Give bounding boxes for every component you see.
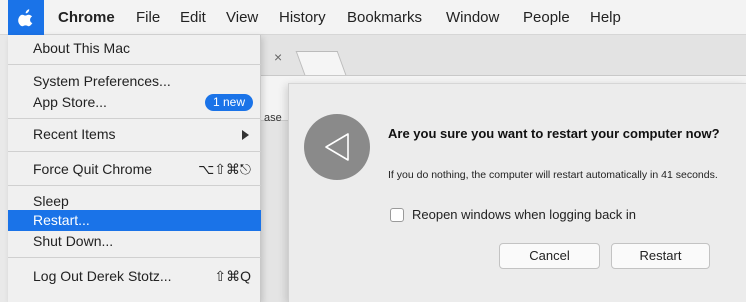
menu-item-sleep[interactable]: Sleep <box>8 191 261 212</box>
force-quit-label: Force Quit Chrome <box>33 161 153 177</box>
restart-button[interactable]: Restart <box>611 243 710 269</box>
apple-icon <box>17 8 35 28</box>
menu-separator <box>8 118 261 119</box>
new-tab-button[interactable] <box>295 51 347 75</box>
menu-separator <box>8 185 261 186</box>
background-partial-text: ase <box>264 112 282 124</box>
menu-bookmarks[interactable]: Bookmarks <box>347 0 422 35</box>
app-store-label: App Store... <box>33 94 107 110</box>
menu-item-recent-items[interactable]: Recent Items <box>8 124 261 145</box>
menu-item-about-this-mac[interactable]: About This Mac <box>8 38 261 59</box>
menu-separator <box>8 257 261 258</box>
shut-down-label: Shut Down... <box>33 233 114 249</box>
restart-dialog: Are you sure you want to restart your co… <box>288 83 746 302</box>
apple-menu-button[interactable] <box>8 0 44 35</box>
dialog-title: Are you sure you want to restart your co… <box>388 126 720 141</box>
restart-label: Restart... <box>33 212 90 228</box>
force-quit-shortcut: ⌥⇧⌘⎋ <box>198 161 251 177</box>
menu-help[interactable]: Help <box>590 0 621 35</box>
log-out-label: Log Out Derek Stotz... <box>33 268 172 284</box>
menu-item-force-quit[interactable]: Force Quit Chrome ⌥⇧⌘⎋ <box>8 159 261 180</box>
menu-item-system-preferences[interactable]: System Preferences... <box>8 71 261 92</box>
menu-people[interactable]: People <box>523 0 570 35</box>
reopen-windows-checkbox-row[interactable]: Reopen windows when logging back in <box>390 207 636 222</box>
apple-menu-dropdown: About This Mac System Preferences... App… <box>8 35 261 302</box>
reopen-windows-label[interactable]: Reopen windows when logging back in <box>412 207 636 222</box>
menu-separator <box>8 64 261 65</box>
menu-view[interactable]: View <box>226 0 258 35</box>
about-label: About This Mac <box>33 40 131 56</box>
menu-item-shut-down[interactable]: Shut Down... <box>8 231 261 252</box>
system-preferences-label: System Preferences... <box>33 73 171 89</box>
sleep-label: Sleep <box>33 193 69 209</box>
app-store-badge: 1 new <box>204 94 253 111</box>
menu-separator <box>8 151 261 152</box>
menu-file[interactable]: File <box>136 0 160 35</box>
tab-close-icon[interactable]: × <box>274 49 282 65</box>
menu-window[interactable]: Window <box>446 0 499 35</box>
menu-bar: Chrome File Edit View History Bookmarks … <box>0 0 746 35</box>
menu-item-log-out[interactable]: Log Out Derek Stotz... ⇧⌘Q <box>8 266 261 287</box>
menu-chrome[interactable]: Chrome <box>58 0 115 35</box>
dialog-message: If you do nothing, the computer will res… <box>388 169 718 181</box>
menu-item-restart[interactable]: Restart... <box>8 210 261 231</box>
reopen-windows-checkbox[interactable] <box>390 207 404 222</box>
menu-history[interactable]: History <box>279 0 326 35</box>
tab-strip: × <box>260 35 746 75</box>
log-out-shortcut: ⇧⌘Q <box>214 268 251 284</box>
menu-item-app-store[interactable]: App Store... 1 new <box>8 92 261 113</box>
menu-edit[interactable]: Edit <box>180 0 206 35</box>
submenu-arrow-icon <box>242 130 249 140</box>
restart-icon <box>304 114 370 180</box>
cancel-button[interactable]: Cancel <box>499 243 600 269</box>
recent-items-label: Recent Items <box>33 126 116 142</box>
